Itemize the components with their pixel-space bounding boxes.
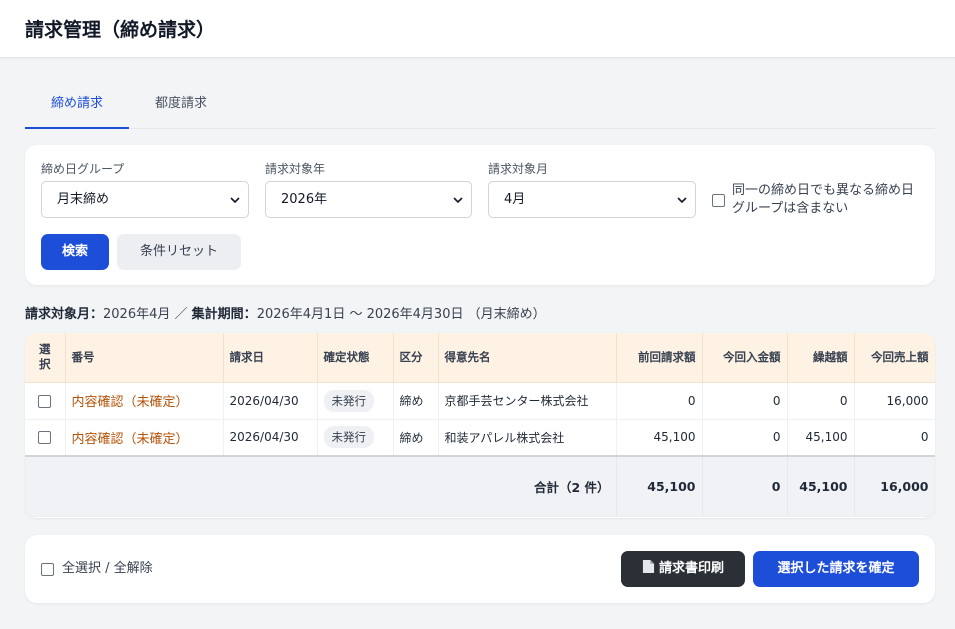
billing-table: 選択 番号 請求日 確定状態 区分 得意先名 前回請求額 今回入金額 繰越額 今…	[25, 333, 935, 517]
print-invoice-label: 請求書印刷	[658, 561, 724, 576]
total-prev: 45,100	[616, 455, 703, 517]
row-status-cell: 未発行	[317, 419, 394, 457]
table-row: 内容確認（未確定） 2026/04/30 未発行 締め 和装アパレル株式会社 4…	[25, 419, 935, 457]
row-checkbox[interactable]	[38, 431, 52, 445]
page-title: 請求管理（締め請求）	[25, 19, 216, 41]
status-badge: 未発行	[323, 426, 374, 449]
year-select-value: 2026年	[281, 192, 328, 207]
confirm-selected-button[interactable]: 選択した請求を確定	[753, 551, 919, 587]
row-paid: 0	[702, 382, 788, 420]
row-type: 締め	[393, 419, 439, 457]
col-header-date: 請求日	[223, 333, 318, 383]
col-header-status: 確定状態	[317, 333, 394, 383]
col-header-carry: 繰越額	[787, 333, 855, 383]
row-select-cell	[25, 419, 66, 457]
row-customer: 和装アパレル株式会社	[438, 419, 617, 457]
billing-summary: 請求対象月：2026年4月 ／ 集計期間：2026年4月1日 〜 2026年4月…	[25, 303, 546, 322]
group-label: 締め日グループ	[41, 162, 125, 176]
year-label: 請求対象年	[265, 162, 326, 176]
row-prev: 0	[616, 382, 703, 420]
summary-separator: ／	[174, 307, 188, 322]
row-carry: 0	[787, 382, 855, 420]
col-header-select: 選択	[25, 333, 66, 383]
total-label: 合計（2 件）	[25, 455, 617, 517]
status-badge: 未発行	[323, 389, 374, 412]
page-header: 請求管理（締め請求）	[0, 0, 955, 58]
print-invoice-button[interactable]: 請求書印刷	[621, 551, 745, 587]
total-sales: 16,000	[854, 455, 935, 517]
col-header-sales: 今回売上額	[854, 333, 935, 383]
summary-period-label: 集計期間：	[191, 307, 257, 322]
exclude-group-label: 同一の締め日でも異なる締め日グループは含まない	[732, 183, 915, 216]
row-checkbox[interactable]	[38, 394, 52, 408]
year-select[interactable]: 2026年	[265, 181, 472, 218]
exclude-group-checkbox[interactable]	[712, 194, 725, 207]
tab-per-order-billing[interactable]: 都度請求	[137, 86, 225, 129]
chevron-down-icon	[230, 197, 240, 204]
row-customer: 京都手芸センター株式会社	[438, 382, 617, 420]
col-header-customer: 得意先名	[438, 333, 617, 383]
summary-month-value: 2026年4月	[103, 307, 171, 322]
tab-bar: 締め請求 都度請求	[25, 86, 935, 129]
row-number-cell: 内容確認（未確定）	[65, 382, 224, 420]
table-row: 内容確認（未確定） 2026/04/30 未発行 締め 京都手芸センター株式会社…	[25, 382, 935, 420]
row-carry: 45,100	[787, 419, 855, 457]
filter-card: 締め日グループ 月末締め 請求対象年 2026年 請求対象月 4月 同一の締め日…	[25, 145, 935, 285]
document-icon	[642, 560, 655, 573]
row-number-link[interactable]: 内容確認（未確定）	[72, 395, 189, 410]
summary-month-label: 請求対象月：	[25, 307, 104, 322]
row-date: 2026/04/30	[223, 419, 318, 457]
col-header-paid: 今回入金額	[702, 333, 788, 383]
chevron-down-icon	[677, 197, 687, 204]
row-status-cell: 未発行	[317, 382, 394, 420]
group-select[interactable]: 月末締め	[41, 181, 249, 218]
search-button[interactable]: 検索	[41, 234, 109, 270]
billing-table-card: 選択 番号 請求日 確定状態 区分 得意先名 前回請求額 今回入金額 繰越額 今…	[25, 333, 935, 518]
row-prev: 45,100	[616, 419, 703, 457]
row-type: 締め	[393, 382, 439, 420]
col-header-prev: 前回請求額	[616, 333, 703, 383]
summary-period-value: 2026年4月1日 〜 2026年4月30日 （月末締め）	[256, 307, 546, 322]
action-bar: 全選択 / 全解除 請求書印刷 選択した請求を確定	[25, 535, 935, 603]
month-select[interactable]: 4月	[488, 181, 696, 218]
select-all-label: 全選択 / 全解除	[62, 561, 153, 576]
col-header-type: 区分	[393, 333, 439, 383]
row-number-link[interactable]: 内容確認（未確定）	[72, 432, 189, 447]
col-header-select-label: 選択	[39, 342, 51, 372]
total-carry: 45,100	[787, 455, 855, 517]
col-header-number: 番号	[65, 333, 224, 383]
row-date: 2026/04/30	[223, 382, 318, 420]
table-header-row: 選択 番号 請求日 確定状態 区分 得意先名 前回請求額 今回入金額 繰越額 今…	[25, 333, 935, 383]
table-total-row: 合計（2 件） 45,100 0 45,100 16,000	[25, 455, 935, 517]
month-label: 請求対象月	[488, 162, 549, 176]
row-sales: 0	[854, 419, 935, 457]
select-all-checkbox[interactable]	[41, 563, 54, 576]
reset-button[interactable]: 条件リセット	[117, 234, 241, 270]
chevron-down-icon	[453, 197, 463, 204]
row-select-cell	[25, 382, 66, 420]
month-select-value: 4月	[504, 192, 526, 207]
tab-closing-billing[interactable]: 締め請求	[25, 86, 129, 129]
row-paid: 0	[702, 419, 788, 457]
row-number-cell: 内容確認（未確定）	[65, 419, 224, 457]
group-select-value: 月末締め	[57, 192, 110, 207]
row-sales: 16,000	[854, 382, 935, 420]
total-paid: 0	[702, 455, 788, 517]
